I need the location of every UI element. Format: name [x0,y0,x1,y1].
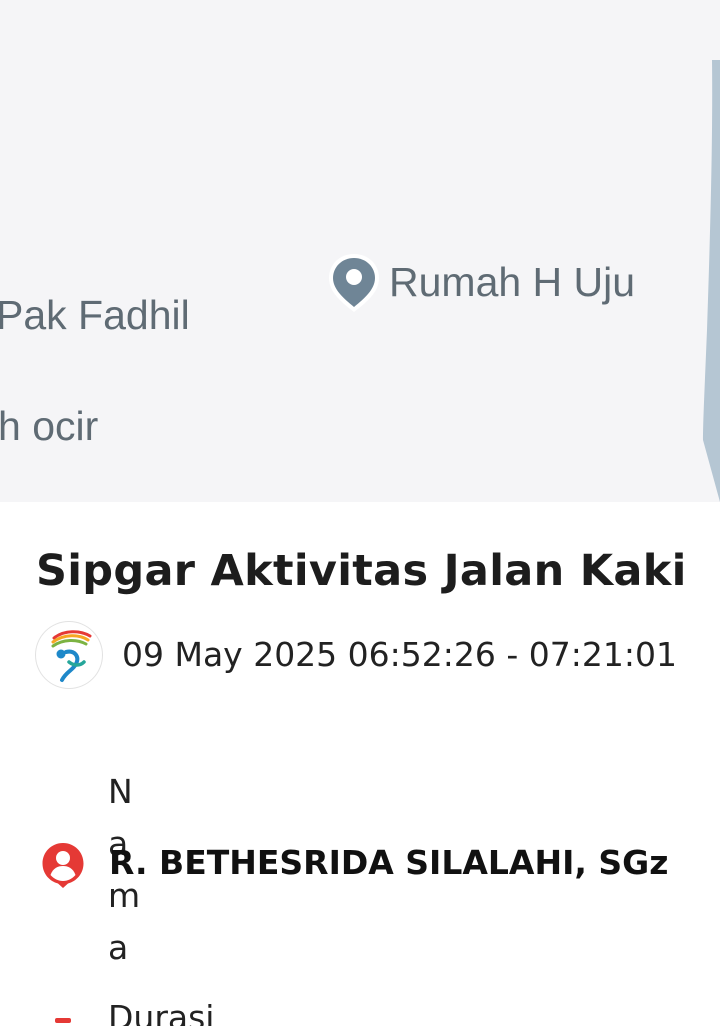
duration-icon [55,1018,71,1023]
person-circle-icon [42,843,84,888]
map-place-label: Rumah H Uju [389,259,636,305]
activity-detail-sheet: Sipgar Aktivitas Jalan Kaki 09 May 2025 … [0,502,720,1026]
location-pin-icon [329,254,379,312]
sipgar-logo-icon [36,622,102,688]
name-value: R. BETHESRIDA SILALAHI, SGz [109,843,669,882]
map-view[interactable]: Pak Fadhil h ocir Rumah H Uju [0,0,720,502]
map-place-label: Pak Fadhil [0,292,190,338]
activity-detail-screen: Pak Fadhil h ocir Rumah H Uju Sipgar Akt… [0,0,720,1026]
activity-datetime: 09 May 2025 06:52:26 - 07:21:01 [122,635,677,674]
duration-label: Durasi [108,998,215,1026]
map-place-label: h ocir [0,403,99,449]
activity-title: Sipgar Aktivitas Jalan Kaki [36,546,687,596]
